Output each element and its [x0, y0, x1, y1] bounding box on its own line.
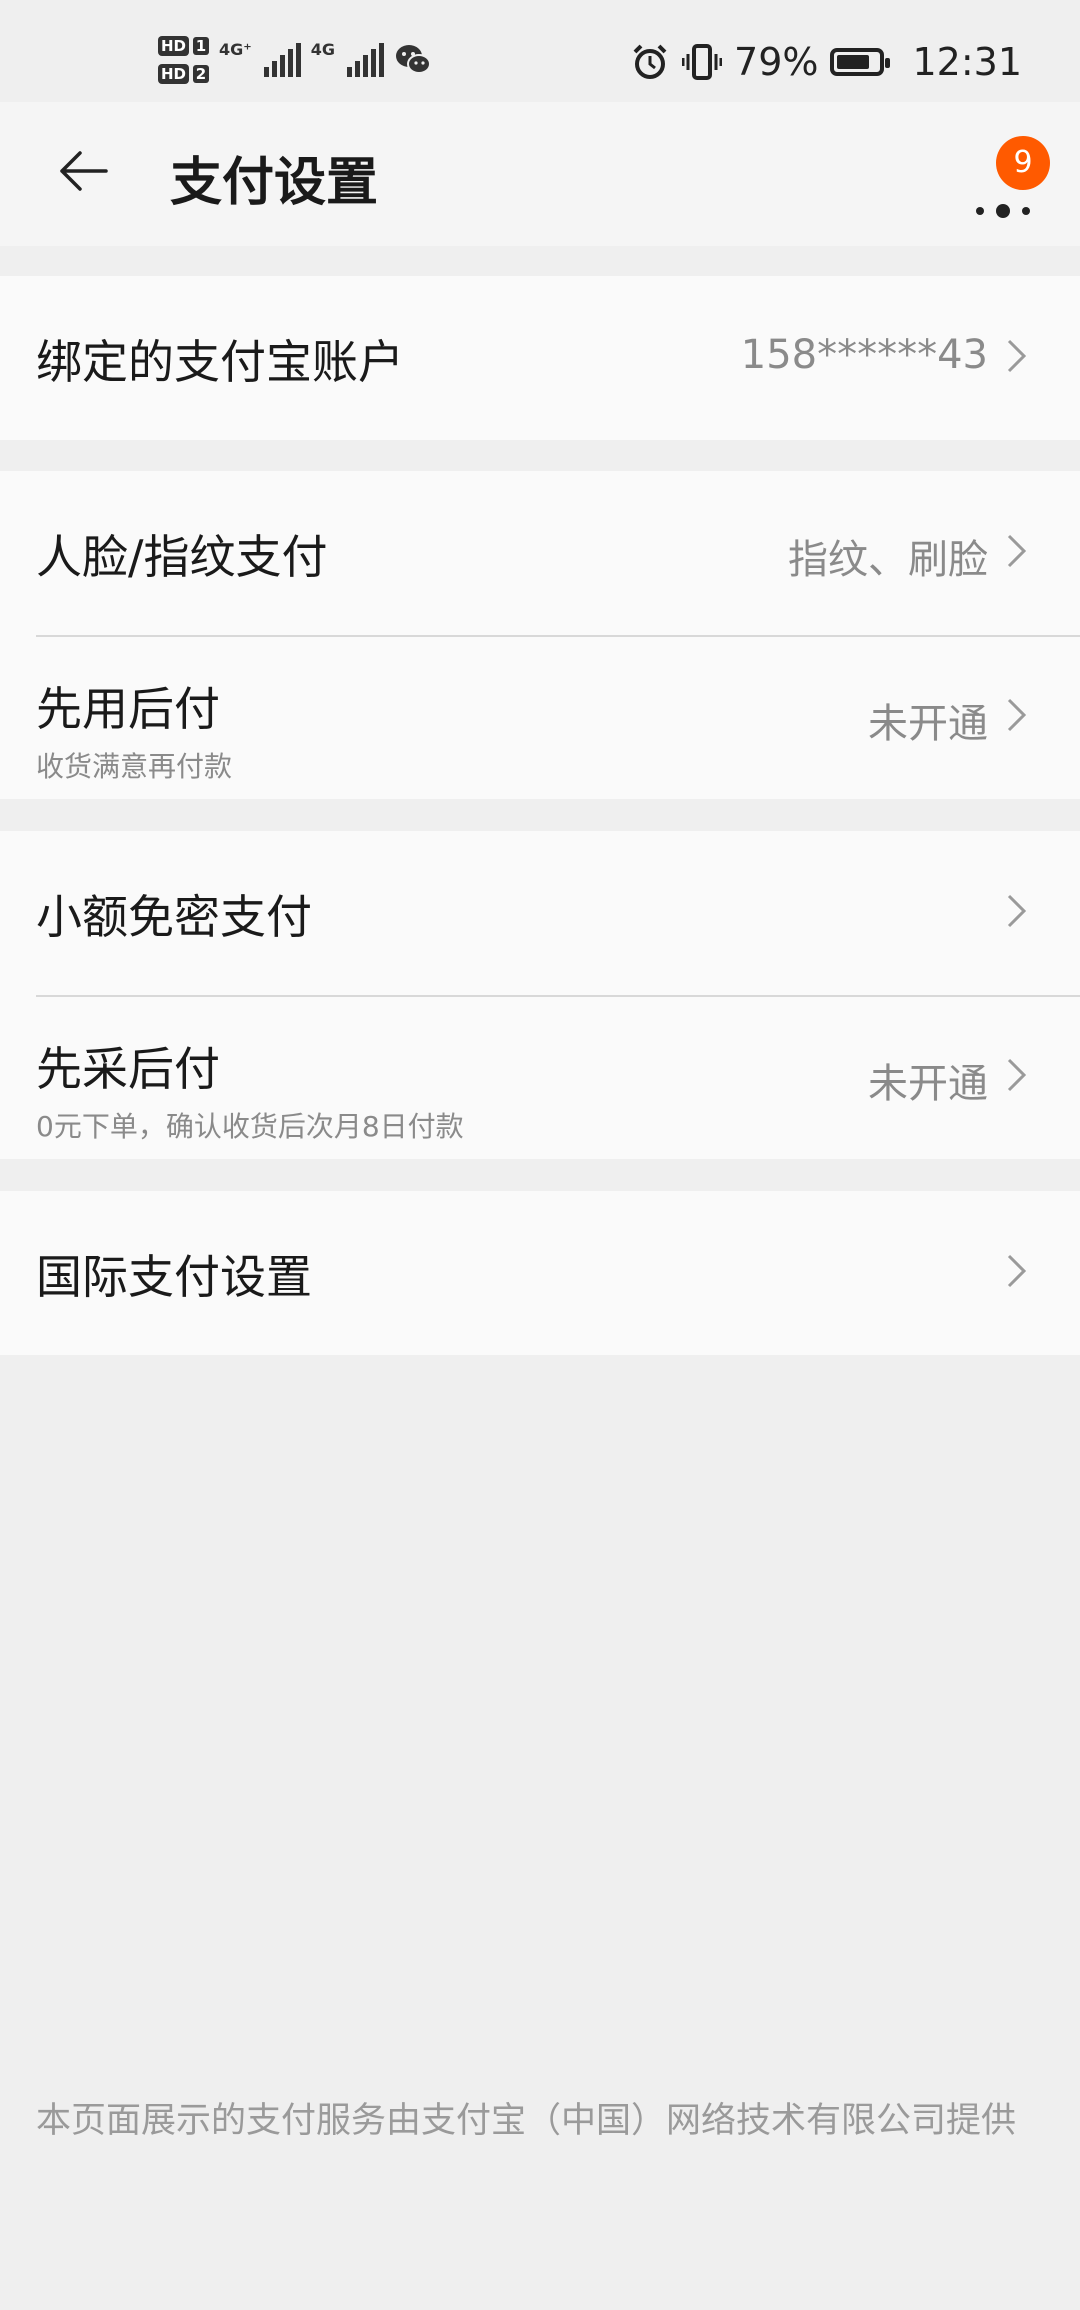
sim-indicators: HD 1 HD 2	[158, 36, 210, 84]
row-label: 先采后付	[36, 1042, 220, 1096]
row-subtitle: 0元下单，确认收货后次月8日付款	[36, 1110, 464, 1143]
row-value: 未开通	[868, 701, 988, 747]
clock: 12:31	[912, 40, 1022, 84]
hd-icon: HD	[158, 36, 190, 56]
chevron-right-icon	[1007, 1254, 1027, 1288]
status-bar-left: HD 1 HD 2 4G⁺ 4G	[158, 28, 432, 92]
alipay-account-row[interactable]: 绑定的支付宝账户 158******43	[0, 276, 1080, 440]
settings-group-account: 绑定的支付宝账户 158******43	[0, 276, 1080, 440]
row-label: 小额免密支付	[36, 890, 312, 944]
notification-badge: 9	[996, 136, 1050, 190]
row-subtitle: 收货满意再付款	[36, 750, 233, 783]
app-header: 支付设置 9	[0, 102, 1080, 246]
settings-group-payment: 小额免密支付 先采后付 0元下单，确认收货后次月8日付款 未开通	[0, 831, 1080, 1159]
settings-group-biometric: 人脸/指纹支付 指纹、刷脸 先用后付 收货满意再付款 未开通	[0, 471, 1080, 799]
back-button[interactable]	[50, 138, 116, 204]
battery-icon	[830, 48, 891, 76]
arrow-left-icon	[60, 151, 108, 191]
small-amount-pay-row[interactable]: 小额免密支付	[0, 831, 1080, 995]
signal-icon	[347, 43, 384, 77]
sim1-indicator: HD 1	[158, 36, 210, 56]
battery-level	[837, 55, 870, 69]
row-label: 人脸/指纹支付	[36, 530, 328, 584]
network-type-2: 4G	[310, 40, 335, 59]
sim2-indicator: HD 2	[158, 64, 210, 84]
battery-percent: 79%	[734, 40, 819, 84]
chevron-right-icon	[1007, 894, 1027, 928]
row-value: 未开通	[868, 1061, 988, 1107]
more-icon	[976, 204, 1030, 218]
chevron-right-icon	[1007, 534, 1027, 568]
chevron-right-icon	[1007, 1058, 1027, 1092]
international-pay-row[interactable]: 国际支付设置	[0, 1191, 1080, 1355]
alarm-icon	[633, 44, 667, 79]
status-bar-right: 79% 12:31	[630, 36, 1022, 88]
sim1-number: 1	[193, 37, 210, 55]
purchase-later-row[interactable]: 先采后付 0元下单，确认收货后次月8日付款 未开通	[0, 995, 1080, 1159]
network-type-1: 4G⁺	[219, 40, 252, 59]
more-button[interactable]: 9	[970, 136, 1050, 218]
signal-icon	[263, 43, 301, 77]
row-value: 158******43	[740, 332, 988, 378]
row-label: 国际支付设置	[36, 1250, 312, 1304]
row-value: 指纹、刷脸	[788, 537, 988, 583]
chevron-right-icon	[1007, 698, 1027, 732]
row-label: 绑定的支付宝账户	[36, 335, 404, 389]
vibrate-icon	[682, 44, 723, 80]
hd-icon: HD	[158, 64, 190, 84]
footer-disclaimer: 本页面展示的支付服务由支付宝（中国）网络技术有限公司提供	[36, 2101, 1017, 2141]
status-bar: HD 1 HD 2 4G⁺ 4G 79% 12:31	[0, 0, 1080, 102]
chevron-right-icon	[1007, 339, 1027, 373]
row-label: 先用后付	[36, 682, 220, 736]
wechat-icon	[396, 45, 431, 74]
settings-group-international: 国际支付设置	[0, 1191, 1080, 1355]
page-title: 支付设置	[170, 153, 379, 213]
biometric-pay-row[interactable]: 人脸/指纹支付 指纹、刷脸	[0, 471, 1080, 635]
sim2-number: 2	[193, 65, 210, 83]
pay-later-row[interactable]: 先用后付 收货满意再付款 未开通	[0, 635, 1080, 799]
